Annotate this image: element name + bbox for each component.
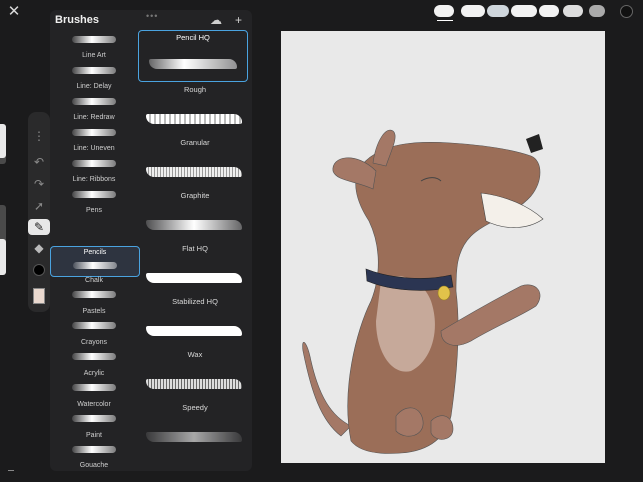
brush-name: Granular (180, 138, 210, 147)
brush-stroke-preview (146, 273, 242, 283)
eraser-icon[interactable]: ◆ (28, 240, 50, 256)
brush-library-list: Line Art Line: Delay Line: Redraw Line: … (50, 34, 140, 471)
library-item-line-ribbons[interactable]: Line: Ribbons (50, 158, 138, 189)
brush-name: Stabilized HQ (172, 297, 218, 306)
undo-icon[interactable]: ↶ (28, 154, 50, 170)
library-item-chalk[interactable]: Chalk (50, 263, 138, 298)
library-label: Line: Delay (76, 83, 112, 90)
brush-item-speedy[interactable]: Speedy (138, 400, 252, 453)
library-label: Pencils (83, 249, 107, 256)
cloud-import-icon[interactable]: ☁ (210, 13, 222, 27)
library-label: Chalk (85, 277, 103, 284)
library-label: Line: Uneven (73, 145, 115, 152)
layer-icon[interactable] (28, 288, 50, 304)
library-label: Paint (86, 432, 102, 439)
library-thumb (72, 160, 116, 167)
library-thumb (72, 191, 116, 198)
library-label: Line Art (82, 52, 106, 59)
brush-stroke-preview (149, 59, 237, 69)
brush-stroke-preview (146, 167, 242, 177)
opacity-thumb[interactable] (0, 239, 6, 275)
recent-brush-4[interactable] (511, 5, 537, 17)
library-thumb (72, 36, 116, 43)
brush-size-slider[interactable] (0, 124, 6, 164)
library-item-gouache[interactable]: Gouache (50, 440, 138, 471)
recent-brush-2[interactable] (461, 5, 485, 17)
brush-size-thumb[interactable] (0, 124, 6, 158)
brush-name: Wax (187, 350, 203, 359)
close-icon[interactable]: ✕ (7, 4, 21, 19)
library-label: Pastels (82, 308, 106, 315)
library-item-watercolor[interactable]: Watercolor (50, 387, 138, 422)
brush-icon[interactable]: ✎ (28, 219, 50, 235)
brushes-panel: Brushes ••• ☁ + Line Art Line: Delay Lin… (50, 10, 252, 471)
drawing-canvas[interactable] (281, 31, 605, 463)
library-label: Line: Redraw (73, 114, 115, 121)
brush-stroke-preview (146, 432, 242, 442)
dog-foot-right (430, 415, 454, 440)
library-item-acrylic[interactable]: Acrylic (50, 356, 138, 391)
library-thumb (72, 67, 116, 74)
brush-stroke-preview (146, 379, 242, 389)
more-icon[interactable]: ⋮ (28, 128, 50, 144)
brush-list: Pencil HQ Rough Granular Graphite Flat H… (138, 30, 252, 471)
recent-brush-3[interactable] (487, 5, 509, 17)
library-item-pens[interactable]: Pens (50, 189, 138, 220)
library-item-line-delay[interactable]: Line: Delay (50, 65, 138, 96)
brush-name: Speedy (182, 403, 208, 412)
dog-tail (302, 341, 352, 437)
brush-item-rough[interactable]: Rough (138, 82, 252, 135)
brush-item-flat-hq[interactable]: Flat HQ (138, 241, 252, 294)
brush-name: Rough (183, 85, 207, 94)
opacity-slider[interactable] (0, 205, 6, 275)
dog-foot-left (395, 407, 424, 437)
library-item-line-uneven[interactable]: Line: Uneven (50, 127, 138, 158)
library-label: Crayons (80, 339, 108, 346)
library-thumb (72, 129, 116, 136)
panel-title: Brushes (55, 14, 100, 26)
brush-name: Pencil HQ (176, 33, 210, 42)
brush-stroke-preview (146, 220, 242, 230)
add-icon[interactable]: + (235, 13, 242, 27)
recent-brush-underline (437, 20, 453, 21)
library-item-line-art[interactable]: Line Art (50, 34, 138, 65)
color-dot (33, 264, 45, 276)
brush-item-pencil-hq[interactable]: Pencil HQ (138, 30, 248, 82)
recent-brush-6[interactable] (563, 5, 583, 17)
brush-item-granular[interactable]: Granular (138, 135, 252, 188)
dog-collar-tag (437, 285, 451, 301)
color-swatch[interactable] (620, 5, 633, 18)
brush-item-stabilized-hq[interactable]: Stabilized HQ (138, 294, 252, 347)
library-thumb (72, 98, 116, 105)
dog-illustration (302, 129, 544, 454)
library-label: Acrylic (83, 370, 105, 377)
color-icon[interactable] (28, 262, 50, 278)
library-item-line-redraw[interactable]: Line: Redraw (50, 96, 138, 127)
brush-item-wax[interactable]: Wax (138, 347, 252, 400)
toolbar: ⋮ ↶ ↷ ➚ ✎ ◆ (28, 112, 50, 312)
layer-thumbnail (33, 288, 45, 304)
recent-brush-5[interactable] (539, 5, 559, 17)
library-item-pastels[interactable]: Pastels (50, 294, 138, 329)
brush-item-graphite[interactable]: Graphite (138, 188, 252, 241)
dog-nose (526, 134, 543, 153)
brush-name: Graphite (180, 191, 210, 200)
redo-icon[interactable]: ↷ (28, 176, 50, 192)
brush-name: Flat HQ (182, 244, 208, 253)
library-label: Line: Ribbons (72, 176, 116, 183)
recent-brush-1[interactable] (434, 5, 454, 17)
bottom-indicator (8, 470, 14, 471)
recent-brush-7[interactable] (589, 5, 605, 17)
library-item-crayons[interactable]: Crayons (50, 325, 138, 360)
select-icon[interactable]: ➚ (28, 198, 50, 214)
library-label: Pens (86, 207, 102, 214)
panel-drag-handle[interactable]: ••• (146, 11, 158, 21)
library-label: Gouache (79, 462, 109, 469)
library-label: Watercolor (77, 401, 111, 408)
brush-stroke-preview (146, 326, 242, 336)
brush-stroke-preview (146, 114, 242, 124)
